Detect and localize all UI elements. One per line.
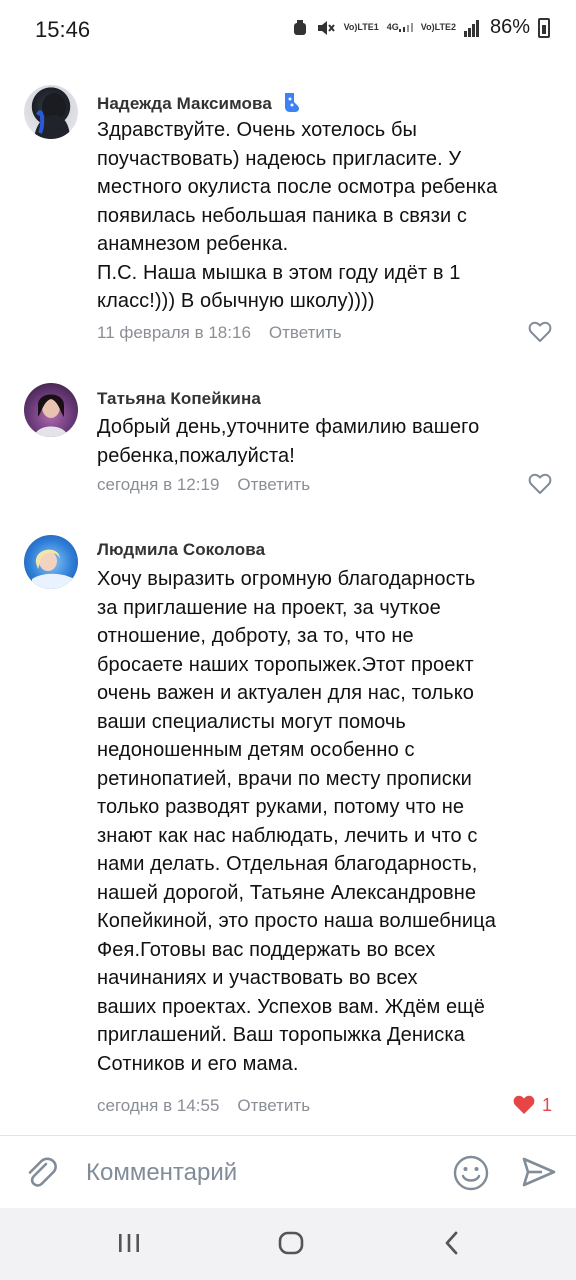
comment-text: Добрый день,уточните фамилию вашего ребе… xyxy=(97,416,480,467)
comment-author[interactable]: Татьяна Копейкина xyxy=(97,389,261,409)
like-button[interactable] xyxy=(528,473,552,495)
comment-meta: 11 февраля в 18:16 Ответить xyxy=(97,323,342,343)
reply-button[interactable]: Ответить xyxy=(237,1096,310,1116)
recent-apps-icon[interactable] xyxy=(116,1228,142,1263)
avatar[interactable] xyxy=(24,383,78,437)
comment-author[interactable]: Надежда Максимова xyxy=(97,91,301,118)
comment-date: сегодня в 14:55 xyxy=(97,1096,220,1115)
signal-icon xyxy=(463,19,480,37)
back-icon[interactable] xyxy=(438,1228,466,1263)
comment-date: сегодня в 12:19 xyxy=(97,475,220,494)
heart-filled-icon xyxy=(513,1095,535,1114)
comment-author[interactable]: Людмила Соколова xyxy=(97,540,265,560)
heart-outline-icon xyxy=(528,473,552,494)
comment-text: Здравствуйте. Очень хотелось бы поучаств… xyxy=(97,119,498,312)
comment-meta: сегодня в 12:19 Ответить xyxy=(97,475,310,495)
sock-emoji-icon xyxy=(279,91,301,118)
like-count: 1 xyxy=(541,1094,552,1115)
like-button[interactable] xyxy=(528,321,552,343)
like-button[interactable]: 1 xyxy=(512,1094,552,1116)
status-time: 15:46 xyxy=(35,17,91,42)
home-icon[interactable] xyxy=(276,1228,306,1263)
comment-date: 11 февраля в 18:16 xyxy=(97,323,251,342)
reply-button[interactable]: Ответить xyxy=(237,475,310,495)
battery-percent: 86% xyxy=(489,16,530,38)
comment-text: Хочу выразить огромную благодарность за … xyxy=(97,568,496,1075)
mute-icon xyxy=(316,19,336,37)
sim1-label: Vo) LTE1 xyxy=(343,22,379,32)
network-label: 4G xyxy=(387,23,413,32)
comment-input-bar xyxy=(0,1135,576,1207)
avatar[interactable] xyxy=(24,85,78,139)
alarm-icon xyxy=(292,19,308,37)
status-bar: 15:46 Vo) LTE1 4G Vo) LTE2 86% xyxy=(0,0,576,60)
status-icons: Vo) LTE1 4G Vo) LTE2 86% xyxy=(292,16,550,39)
sim2-label: Vo) LTE2 xyxy=(420,22,456,32)
reply-button[interactable]: Ответить xyxy=(269,323,342,343)
emoji-icon[interactable] xyxy=(452,1154,490,1197)
system-nav-bar xyxy=(0,1208,576,1280)
comment-meta: сегодня в 14:55 Ответить xyxy=(97,1096,310,1116)
comment-input[interactable] xyxy=(86,1156,426,1190)
avatar[interactable] xyxy=(24,535,78,589)
send-icon[interactable] xyxy=(522,1156,556,1193)
heart-outline-icon xyxy=(528,321,552,342)
battery-icon xyxy=(538,17,550,38)
attach-icon[interactable] xyxy=(22,1154,60,1197)
